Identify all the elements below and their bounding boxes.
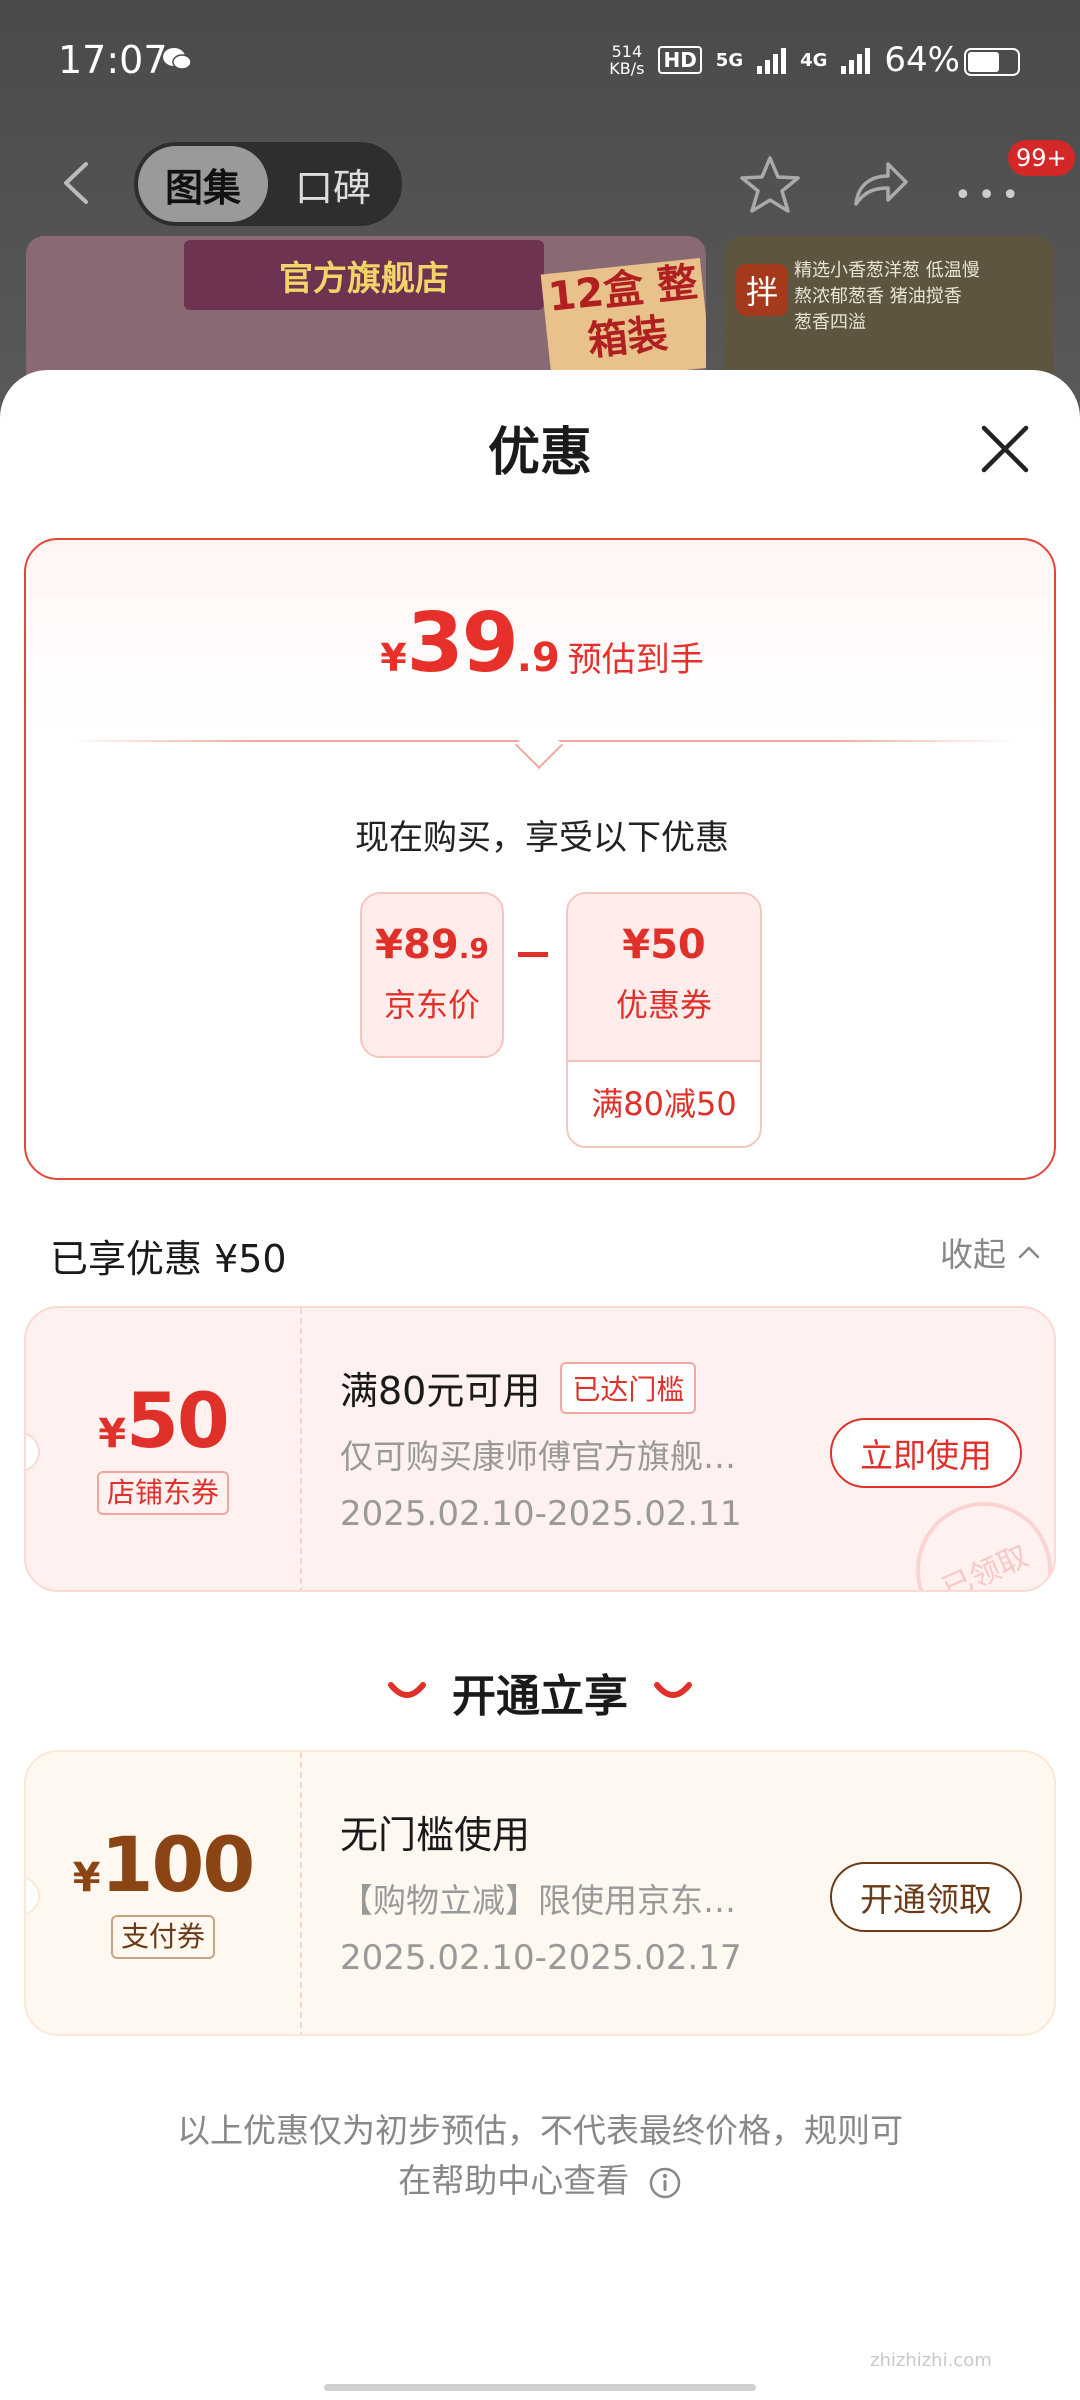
store-coupon-value-block: ¥50 店铺东券 — [26, 1308, 302, 1590]
jd-price-label: 京东价 — [383, 986, 480, 1024]
store-coupon-desc: 仅可购买康师傅官方旗舰… — [340, 1437, 736, 1476]
jd-price-value: ¥89.9 — [362, 894, 502, 968]
disclaimer-line-2: 在帮助中心查看 — [398, 2161, 630, 2200]
buy-intro-text: 现在购买，享受以下优惠 — [355, 818, 729, 858]
info-icon[interactable] — [648, 2166, 682, 2200]
status-time: 17:07 — [58, 38, 168, 82]
hd-icon: HD — [658, 46, 702, 74]
use-now-button[interactable]: 立即使用 — [830, 1418, 1022, 1488]
price-summary-card: ¥39.9 预估到手 现在购买，享受以下优惠 ¥89.9 京东价 ¥50 优惠券 … — [24, 538, 1056, 1180]
enjoyed-discount-row: 已享优惠 ¥50 收起 — [50, 1222, 1040, 1282]
open-section-title: 开通立享 — [452, 1671, 628, 1722]
battery-fill — [968, 52, 999, 72]
jd-price-symbol: ¥ — [375, 922, 404, 968]
payment-coupon-title-row: 无门槛使用 — [340, 1804, 530, 1859]
share-icon[interactable] — [848, 154, 910, 214]
product-side-text: 精选小香葱洋葱 低温慢熬浓郁葱香 猪油搅香 葱香四溢 — [794, 260, 980, 333]
chevron-up-icon — [1018, 1246, 1040, 1259]
net-speed-value: 514 — [611, 42, 643, 61]
enjoyed-discount-title: 已享优惠 ¥50 — [50, 1237, 287, 1281]
message-count-badge: 99+ — [1008, 140, 1075, 176]
product-side-tag: 拌 — [736, 264, 788, 316]
smile-curve-icon — [388, 1682, 426, 1698]
top-nav: 图集 口碑 ••• 99+ — [0, 130, 1080, 230]
coupon-tile: ¥50 优惠券 满80减50 — [566, 892, 762, 1148]
battery-icon — [964, 48, 1020, 76]
coupon-tile-label: 优惠券 — [615, 986, 712, 1024]
jd-price-integer: 89 — [403, 922, 459, 968]
store-coupon-title-row: 满80元可用 已达门槛 — [340, 1360, 697, 1415]
store-coupon-symbol: ¥ — [98, 1411, 127, 1457]
disclaimer-line-1: 以上优惠仅为初步预估，不代表最终价格，规则可 — [177, 2111, 903, 2150]
final-price-decimal: .9 — [516, 635, 560, 681]
coupon-tile-value: ¥50 — [622, 922, 706, 968]
store-coupon-title: 满80元可用 — [340, 1369, 541, 1413]
coupon-tile-rule: 满80减50 — [568, 1060, 760, 1146]
store-coupon-date: 2025.02.10-2025.02.11 — [340, 1494, 742, 1534]
payment-coupon-value-block: ¥100 支付券 — [26, 1752, 302, 2034]
activate-claim-button[interactable]: 开通领取 — [830, 1862, 1022, 1932]
jd-price-decimal: .9 — [458, 932, 489, 965]
signal-5g-icon — [757, 46, 787, 74]
store-coupon-type-tag: 店铺东券 — [96, 1471, 229, 1515]
star-icon[interactable] — [738, 154, 802, 216]
wechat-icon — [163, 48, 192, 70]
home-indicator[interactable] — [324, 2384, 756, 2391]
close-icon[interactable] — [978, 422, 1032, 476]
product-banner-text: 官方旗舰店 — [184, 240, 544, 310]
smile-curve-icon — [654, 1682, 692, 1698]
minus-sign — [518, 952, 548, 957]
store-coupon-card: ¥50 店铺东券 满80元可用 已达门槛 仅可购买康师傅官方旗舰… 2025.0… — [24, 1306, 1056, 1592]
collapse-label: 收起 — [940, 1235, 1006, 1274]
payment-coupon-amount: ¥100 — [26, 1820, 300, 1909]
store-coupon-number: 50 — [126, 1376, 230, 1465]
sheet-title: 优惠 — [487, 423, 592, 483]
payment-coupon-symbol: ¥ — [72, 1855, 101, 1901]
final-price-symbol: ¥ — [380, 636, 407, 680]
net-speed: 514 KB/s — [609, 43, 644, 77]
watermark: zhizhizhi.com — [870, 2350, 992, 2371]
disclaimer-line-2-row: 在帮助中心查看 — [120, 2156, 960, 2206]
payment-coupon-date: 2025.02.10-2025.02.17 — [340, 1938, 742, 1978]
payment-coupon-title: 无门槛使用 — [340, 1813, 531, 1857]
store-coupon-amount: ¥50 — [26, 1376, 300, 1465]
signal-4g-icon — [841, 46, 871, 74]
claimed-stamp: 已领取 — [894, 1480, 1054, 1590]
status-indicators: 514 KB/s HD 5G 4G 64% — [609, 40, 960, 80]
back-arrow-icon[interactable] — [56, 158, 96, 208]
disclaimer: 以上优惠仅为初步预估，不代表最终价格，规则可 在帮助中心查看 — [120, 2106, 960, 2206]
net-5g-label: 5G — [715, 49, 744, 71]
collapse-toggle[interactable]: 收起 — [940, 1228, 1040, 1276]
payment-coupon-number: 100 — [100, 1820, 256, 1909]
battery-percent: 64% — [884, 40, 960, 80]
estimated-final-price: ¥39.9 预估到手 — [26, 596, 1058, 691]
discount-sheet: 优惠 ¥39.9 预估到手 现在购买，享受以下优惠 ¥89.9 京东价 ¥50 优… — [0, 370, 1080, 2400]
threshold-met-badge: 已达门槛 — [560, 1361, 697, 1414]
open-section-header: 开通立享 — [0, 1660, 1080, 1724]
view-segmented-control: 图集 口碑 — [134, 142, 402, 226]
coupon-tile-top: ¥50 优惠券 — [568, 894, 760, 1060]
more-icon[interactable]: ••• — [954, 178, 1025, 213]
net-4g-label: 4G — [800, 49, 828, 71]
payment-coupon-card: ¥100 支付券 无门槛使用 【购物立减】限使用京东… 2025.02.10-2… — [24, 1750, 1056, 2036]
payment-coupon-desc: 【购物立减】限使用京东… — [340, 1881, 736, 1920]
jd-price-tile: ¥89.9 京东价 — [360, 892, 504, 1058]
tab-reviews[interactable]: 口碑 — [268, 146, 398, 222]
tab-gallery[interactable]: 图集 — [138, 146, 268, 222]
net-speed-unit: KB/s — [609, 59, 645, 78]
final-price-integer: 39 — [406, 596, 519, 691]
summary-divider-notch — [514, 720, 564, 770]
product-box-text: 12盒 整箱装 — [540, 257, 706, 385]
final-price-label: 预估到手 — [567, 640, 704, 680]
status-bar: 17:07 514 KB/s HD 5G 4G 64% — [0, 0, 1080, 120]
payment-coupon-type-tag: 支付券 — [110, 1915, 215, 1959]
